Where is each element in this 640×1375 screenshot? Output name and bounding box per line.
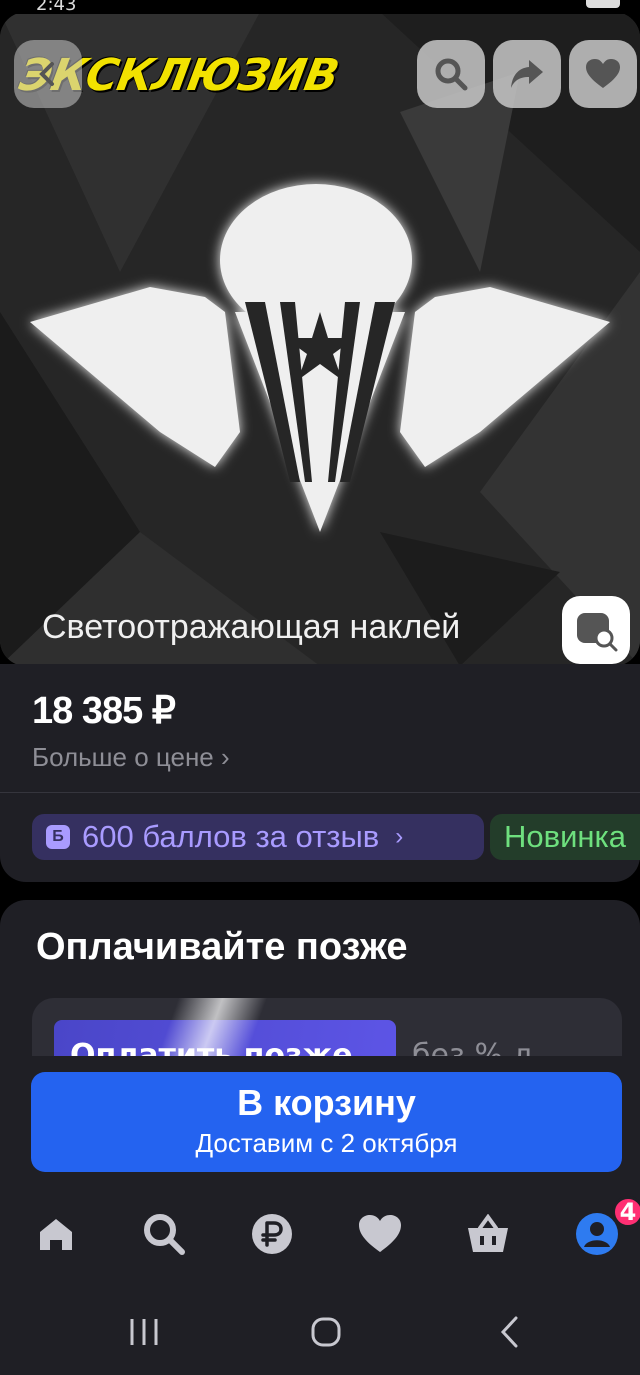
pay-later-banner[interactable]: Оплатить позже без % д [32, 998, 622, 1058]
tab-cart[interactable] [458, 1204, 518, 1264]
price-card: 18 385 ₽ Больше о цене › Б 600 баллов за… [0, 664, 640, 882]
new-item-label: Новинка [504, 819, 627, 854]
home-circle-icon [311, 1317, 341, 1347]
heart-icon [586, 59, 620, 88]
pay-later-terms: без % д [412, 1038, 534, 1058]
tab-home[interactable] [26, 1204, 86, 1264]
tab-finance[interactable] [242, 1204, 302, 1264]
product-illustration [0, 12, 640, 666]
heart-icon [359, 1215, 401, 1252]
home-system-button[interactable] [304, 1312, 348, 1352]
ruble-icon [252, 1214, 292, 1254]
product-price: 18 385 ₽ [32, 690, 176, 732]
basket-icon [468, 1214, 508, 1252]
image-search-icon [577, 613, 618, 652]
shine-decoration [112, 998, 312, 1058]
home-icon [40, 1219, 72, 1250]
chevron-left-icon [39, 62, 54, 86]
share-icon [511, 60, 543, 88]
image-search-button[interactable] [417, 40, 485, 108]
tab-search[interactable] [134, 1204, 194, 1264]
review-points-chip[interactable]: Б 600 баллов за отзыв › [32, 814, 484, 860]
recent-apps-button[interactable] [122, 1312, 166, 1352]
favorite-button[interactable] [569, 40, 637, 108]
tab-favorites[interactable] [350, 1204, 410, 1264]
search-icon [144, 1214, 185, 1255]
image-caption: Светоотражающая наклей [42, 608, 461, 646]
profile-notification-badge: 4 [612, 1196, 640, 1228]
price-details-link[interactable]: Больше о цене › [32, 742, 230, 773]
recent-apps-icon [130, 1319, 158, 1345]
new-item-chip: Новинка [490, 814, 640, 860]
back-system-button[interactable] [488, 1312, 532, 1352]
product-image[interactable]: ЭКСКЛЮЗИВ Светоотражающая наклей [0, 12, 640, 666]
delivery-date-label: Доставим с 2 октября [195, 1128, 458, 1158]
add-to-cart-label: В корзину [237, 1082, 416, 1123]
divider [0, 792, 640, 793]
share-button[interactable] [493, 40, 561, 108]
back-button[interactable] [14, 40, 82, 108]
chevron-left-icon [500, 1316, 518, 1348]
chevron-right-icon: › [395, 823, 404, 850]
profile-icon [576, 1213, 618, 1255]
search-icon [435, 58, 468, 91]
status-time: 2:43 [36, 0, 77, 15]
visual-search-button[interactable] [562, 596, 630, 664]
review-points-label: 600 баллов за отзыв [82, 819, 380, 854]
add-to-cart-button[interactable]: В корзину Доставим с 2 октября [31, 1072, 622, 1172]
pay-later-title: Оплачивайте позже [36, 926, 408, 968]
bottom-bar: В корзину Доставим с 2 октября 4 [0, 1056, 640, 1375]
status-bar: 2:43 [0, 0, 640, 15]
battery-icon [586, 0, 620, 8]
points-icon: Б [46, 825, 70, 849]
